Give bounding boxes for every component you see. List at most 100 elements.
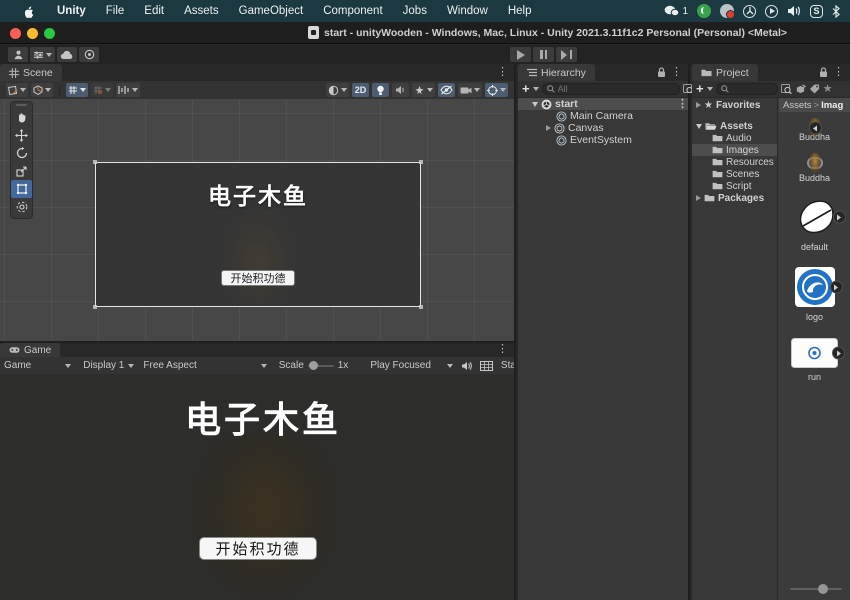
grid-axis-button[interactable] — [91, 83, 113, 97]
close-window-button[interactable] — [10, 28, 21, 39]
tab-project[interactable]: Project — [692, 64, 758, 81]
play-focused-dropdown[interactable]: Play Focused — [370, 360, 453, 371]
game-panel-menu-icon[interactable]: ⋮ — [497, 343, 508, 356]
asset-card-default[interactable]: default — [779, 196, 850, 252]
tree-row-audio[interactable]: Audio — [692, 132, 777, 144]
tool-settings-button[interactable] — [6, 83, 28, 97]
aspect-dropdown[interactable]: Free Aspect — [143, 360, 266, 371]
cloud-services-button[interactable] — [57, 47, 77, 62]
asset-card-run[interactable]: run — [779, 338, 850, 382]
rect-tool-button[interactable] — [11, 180, 32, 198]
vsync-grid-toggle[interactable] — [480, 361, 493, 371]
tab-game[interactable]: Game — [0, 343, 60, 357]
tree-row-packages[interactable]: Packages — [692, 192, 777, 204]
project-search-box[interactable] — [716, 83, 778, 95]
pause-button[interactable] — [533, 47, 554, 62]
tree-row-resources[interactable]: Resources — [692, 156, 777, 168]
account-button[interactable] — [8, 47, 28, 62]
zoom-window-button[interactable] — [44, 28, 55, 39]
asset-card-buddha-2-selected[interactable]: Buddha — [779, 157, 850, 183]
expander-closed-icon[interactable] — [696, 195, 701, 201]
grid-snapping-button[interactable] — [66, 83, 88, 97]
2d-mode-toggle[interactable]: 2D — [352, 83, 369, 97]
create-dropdown-caret[interactable] — [707, 87, 713, 91]
hierarchy-row-scene-root[interactable]: start ⋮ — [518, 98, 688, 110]
scale-tool-button[interactable] — [11, 162, 32, 180]
project-panel-menu-icon[interactable]: ⋮ — [833, 66, 844, 79]
project-search-input[interactable] — [732, 84, 773, 94]
scale-slider[interactable] — [308, 365, 334, 367]
move-tool-button[interactable] — [11, 126, 32, 144]
thumbnail-zoom-slider[interactable] — [790, 588, 842, 590]
ui-canvas-gizmo[interactable]: 电子木鱼 开始积功德 — [95, 162, 421, 307]
scene-lighting-toggle[interactable] — [372, 83, 389, 97]
record-status-icon[interactable] — [720, 4, 734, 18]
lock-icon[interactable] — [657, 67, 666, 78]
label-tag-icon[interactable] — [809, 84, 820, 94]
add-dropdown-caret[interactable] — [533, 87, 539, 91]
hierarchy-row-canvas[interactable]: Canvas — [518, 122, 688, 134]
shading-mode-button[interactable] — [326, 83, 349, 97]
rotate-tool-button[interactable] — [11, 144, 32, 162]
expand-subassets-icon[interactable] — [832, 347, 845, 360]
green-app-status-icon[interactable] — [697, 4, 711, 18]
play-status-icon[interactable] — [765, 5, 778, 18]
menu-assets[interactable]: Assets — [174, 5, 229, 17]
game-start-button[interactable]: 开始积功德 — [199, 537, 317, 560]
create-asset-button[interactable]: + — [696, 84, 704, 94]
scene-row-menu-icon[interactable]: ⋮ — [677, 98, 688, 111]
display-dropdown[interactable]: Display 1 — [83, 360, 134, 371]
step-button[interactable] — [556, 47, 577, 62]
favorite-star-icon[interactable]: ★ — [823, 84, 833, 94]
import-package-icon[interactable] — [795, 84, 806, 95]
scene-panel-menu-icon[interactable]: ⋮ — [497, 66, 508, 79]
expand-subassets-icon[interactable] — [833, 211, 846, 224]
minimize-window-button[interactable] — [27, 28, 38, 39]
asset-card-logo[interactable]: logo — [779, 266, 850, 322]
expander-open-icon[interactable] — [696, 124, 702, 129]
scene-audio-toggle[interactable] — [392, 83, 409, 97]
menu-edit[interactable]: Edit — [134, 5, 174, 17]
menu-component[interactable]: Component — [313, 5, 392, 17]
expander-open-icon[interactable] — [532, 102, 538, 107]
volume-status-icon[interactable] — [787, 5, 801, 17]
menu-window[interactable]: Window — [437, 5, 498, 17]
game-viewport[interactable]: 电子木鱼 开始积功德 — [0, 374, 514, 600]
draw-mode-button[interactable] — [31, 83, 53, 97]
hierarchy-search-box[interactable] — [542, 83, 680, 95]
tab-scene[interactable]: Scene — [0, 64, 62, 81]
expander-closed-icon[interactable] — [696, 102, 701, 108]
messages-status-icon[interactable]: 1 — [664, 5, 688, 17]
display-target-dropdown[interactable]: Game — [4, 360, 71, 371]
version-control-button[interactable] — [79, 47, 99, 62]
menu-file[interactable]: File — [96, 5, 135, 17]
hierarchy-panel-menu-icon[interactable]: ⋮ — [671, 66, 682, 79]
camera-settings-button[interactable] — [458, 83, 482, 97]
menu-help[interactable]: Help — [498, 5, 542, 17]
breadcrumb-root[interactable]: Assets — [783, 100, 812, 111]
tree-row-scenes[interactable]: Scenes — [692, 168, 777, 180]
scene-viewport[interactable]: 电子木鱼 开始积功德 — [0, 99, 514, 341]
expander-closed-icon[interactable] — [546, 125, 551, 131]
scene-start-button[interactable]: 开始积功德 — [221, 270, 295, 286]
add-gameobject-button[interactable]: + — [522, 84, 530, 94]
wheel-status-icon[interactable] — [743, 5, 756, 18]
menu-jobs[interactable]: Jobs — [393, 5, 437, 17]
hand-tool-button[interactable] — [11, 108, 32, 126]
s-app-status-icon[interactable]: S — [810, 5, 823, 18]
tree-row-script[interactable]: Script — [692, 180, 777, 192]
bluetooth-status-icon[interactable] — [832, 5, 840, 18]
asset-card-buddha-1[interactable]: Buddha — [779, 128, 850, 142]
menu-unity[interactable]: Unity — [47, 5, 96, 17]
hierarchy-search-input[interactable] — [558, 84, 675, 94]
tab-hierarchy[interactable]: Hierarchy — [518, 64, 595, 81]
tree-row-images[interactable]: Images — [692, 144, 777, 156]
expand-subassets-icon[interactable] — [830, 281, 843, 294]
collapse-subassets-icon[interactable] — [809, 122, 822, 135]
tree-row-assets[interactable]: Assets — [692, 120, 777, 132]
lock-icon[interactable] — [819, 67, 828, 78]
hierarchy-row-main-camera[interactable]: Main Camera — [518, 110, 688, 122]
snap-increment-button[interactable] — [116, 83, 140, 97]
layers-dropdown-button[interactable] — [30, 47, 55, 62]
menu-gameobject[interactable]: GameObject — [229, 5, 314, 17]
